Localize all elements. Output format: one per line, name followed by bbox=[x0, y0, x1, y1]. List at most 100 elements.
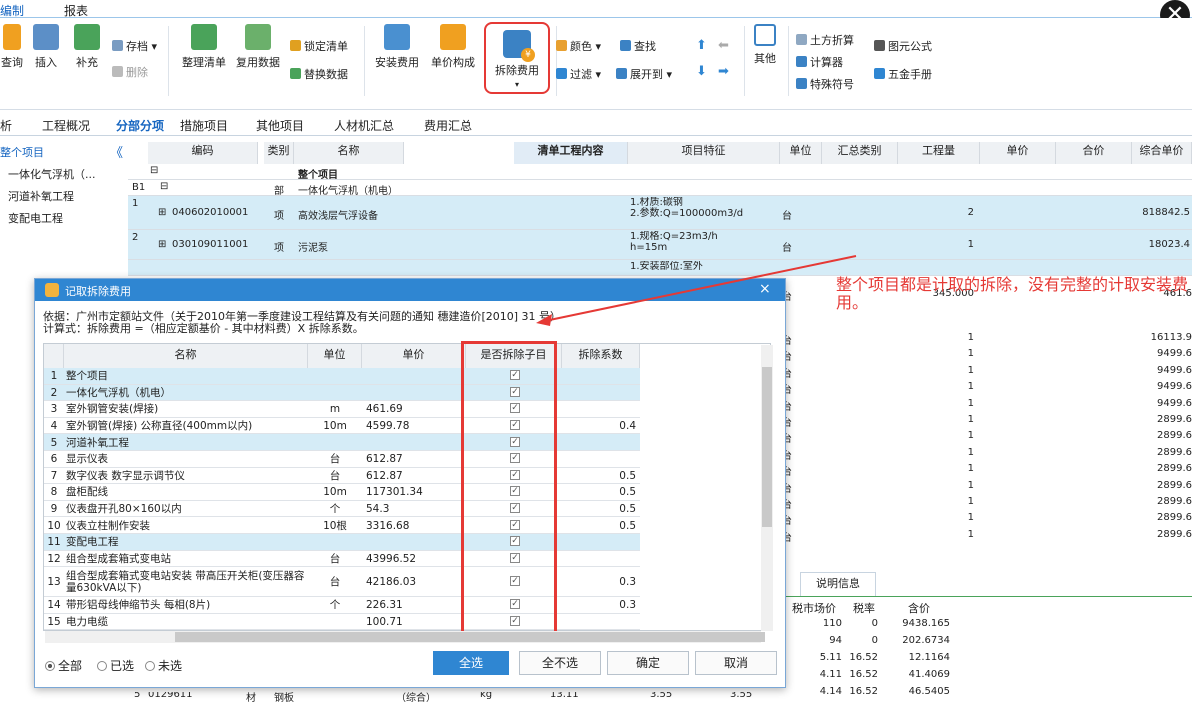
grid-header-10[interactable]: 综合单价 bbox=[1132, 142, 1192, 164]
move-down-icon[interactable]: ⬇ bbox=[696, 64, 707, 79]
collapse-row-icon[interactable]: ⊟ bbox=[150, 165, 160, 176]
tab-overview[interactable]: 工程概况 bbox=[42, 117, 90, 134]
move-up-icon[interactable]: ⬆ bbox=[696, 38, 707, 53]
dialog-cell-name: 室外钢管安装(焊接) bbox=[66, 403, 159, 416]
bottom-cell-total: 9438.165 bbox=[902, 618, 950, 629]
row-number: 1 bbox=[132, 198, 139, 209]
move-left-icon[interactable]: ⬅ bbox=[718, 38, 729, 53]
dialog-cell-unit: 个 bbox=[329, 599, 341, 612]
radio-selected[interactable]: 已选 bbox=[97, 657, 134, 674]
bottom-cell-total: 46.5405 bbox=[908, 686, 950, 697]
cell-total-right: 9499.6 bbox=[1157, 348, 1192, 360]
move-right-icon[interactable]: ➡ bbox=[718, 64, 729, 79]
dialog-cell-name: 变配电工程 bbox=[66, 536, 119, 549]
dialog-cell-coef: 0.5 bbox=[619, 469, 636, 482]
table-row[interactable]: 1.安装部位:室外 bbox=[128, 260, 1192, 276]
tab-measures[interactable]: 措施项目 bbox=[180, 117, 228, 134]
dialog-cell-coef: 0.5 bbox=[619, 486, 636, 499]
cell-total-right: 16113.9 bbox=[1150, 332, 1192, 343]
insert-button[interactable]: 插入 bbox=[30, 24, 62, 70]
tree-item-whole[interactable]: 整个项目 bbox=[0, 144, 44, 160]
expand-icon[interactable]: ⊞ bbox=[158, 207, 170, 218]
delete-button[interactable]: 删除 bbox=[112, 64, 148, 80]
tab-other-items[interactable]: 其他项目 bbox=[256, 117, 304, 134]
select-none-button[interactable]: 全不选 bbox=[519, 651, 601, 675]
radio-unselected[interactable]: 未选 bbox=[145, 657, 182, 674]
grid-header-3[interactable]: 清单工程内容 bbox=[514, 142, 628, 164]
tab-analysis[interactable]: 析 bbox=[0, 117, 12, 134]
calculator-button[interactable]: 计算器 bbox=[796, 54, 843, 70]
replace-data-button[interactable]: 替换数据 bbox=[290, 66, 348, 82]
table-row[interactable]: ⊟ 整个项目 bbox=[128, 164, 1192, 181]
unit-price-composition-button[interactable]: 单价构成 bbox=[426, 24, 480, 70]
grid-header-0[interactable]: 编码 bbox=[148, 142, 258, 164]
supplement-button[interactable]: 补充 bbox=[70, 24, 104, 70]
table-row[interactable]: B1 ⊟ 部 一体化气浮机（机电） bbox=[128, 180, 1192, 197]
grid-header-5[interactable]: 单位 bbox=[780, 142, 822, 164]
bottom-last-no: 5 bbox=[134, 692, 141, 700]
dialog-header-4[interactable]: 拆除系数 bbox=[562, 344, 640, 368]
menu-report[interactable]: 报表 bbox=[64, 2, 88, 19]
dialog-header-0[interactable]: 名称 bbox=[64, 344, 308, 368]
figure-formula-button[interactable]: 图元公式 bbox=[874, 38, 932, 54]
query-button[interactable]: 查询 bbox=[0, 24, 24, 70]
ok-button[interactable]: 确定 bbox=[607, 651, 689, 675]
tree-item-substation[interactable]: 变配电工程 bbox=[8, 210, 63, 226]
filter-button[interactable]: 过滤 ▾ bbox=[556, 66, 601, 82]
collapse-icon[interactable]: 《 bbox=[110, 142, 123, 161]
organize-list-button[interactable]: 整理清单 bbox=[178, 24, 230, 70]
cell-qty: 2 bbox=[967, 207, 974, 218]
radio-unselected-icon bbox=[145, 661, 155, 671]
expand-to-button[interactable]: 展开到 ▾ bbox=[616, 66, 672, 82]
archive-button[interactable]: 存档 ▾ bbox=[112, 38, 157, 54]
tree-item-river[interactable]: 河道补氧工程 bbox=[8, 188, 74, 204]
grid-header-6[interactable]: 汇总类别 bbox=[822, 142, 898, 164]
dialog-close-icon[interactable]: × bbox=[759, 281, 771, 297]
dialog-row-number: 7 bbox=[50, 469, 58, 482]
remove-fee-button[interactable]: 拆除费用▾ bbox=[484, 22, 550, 94]
earthwork-button[interactable]: 土方折算 bbox=[796, 32, 854, 48]
tab-labor-material[interactable]: 人材机汇总 bbox=[334, 117, 394, 134]
bottom-header-0: 税市场价 bbox=[792, 602, 836, 615]
table-row[interactable]: 2 ⊞ 030109011001 项 污泥泵 1.规格:Q=23m3/h h=15m 台 1 1… bbox=[128, 230, 1192, 260]
bottom-last-row[interactable]: 5 0129611 材 钢板 （综合） kg 13.11 3.55 3.55 bbox=[130, 692, 760, 702]
dialog-horizontal-scrollbar[interactable] bbox=[45, 631, 765, 643]
grid-header-8[interactable]: 单价 bbox=[980, 142, 1056, 164]
grid-header-2[interactable]: 名称 bbox=[294, 142, 404, 164]
table-row[interactable]: 1 ⊞ 040602010001 项 高效浅层气浮设备 1.材质:碳钢 2.参数:Q=10… bbox=[128, 196, 1192, 230]
tab-info[interactable]: 说明信息 bbox=[800, 572, 876, 596]
lock-list-button[interactable]: 锁定清单 bbox=[290, 38, 348, 54]
cell-feature: 1.材质:碳钢 2.参数:Q=100000m3/d bbox=[630, 197, 744, 219]
delete-icon bbox=[112, 66, 123, 77]
color-button[interactable]: 颜色 ▾ bbox=[556, 38, 601, 54]
fx-icon bbox=[874, 40, 885, 51]
grid-header-9[interactable]: 合价 bbox=[1056, 142, 1132, 164]
select-all-button[interactable]: 全选 bbox=[433, 651, 509, 675]
collapse-row-icon[interactable]: ⊟ bbox=[160, 181, 170, 192]
insert-icon bbox=[33, 24, 59, 50]
copy-data-button[interactable]: 复用数据 bbox=[232, 24, 284, 70]
tab-fee-summary[interactable]: 费用汇总 bbox=[424, 117, 472, 134]
vertical-scroll-thumb[interactable] bbox=[762, 367, 772, 527]
dialog-header-2[interactable]: 单价 bbox=[362, 344, 466, 368]
hardware-manual-button[interactable]: 五金手册 bbox=[874, 66, 932, 82]
cancel-button[interactable]: 取消 bbox=[695, 651, 777, 675]
expand-icon[interactable]: ⊞ bbox=[158, 239, 170, 250]
cell-qty-right: 1 bbox=[967, 414, 974, 425]
find-button[interactable]: 查找 bbox=[620, 38, 656, 54]
dialog-header-1[interactable]: 单位 bbox=[308, 344, 362, 368]
install-fee-button[interactable]: 安装费用 bbox=[372, 24, 422, 70]
dialog-cell-unit: m bbox=[329, 403, 341, 416]
horizontal-scroll-thumb[interactable] bbox=[175, 632, 765, 642]
dialog-vertical-scrollbar[interactable] bbox=[761, 345, 773, 631]
menu-bar: 编制 报表 bbox=[0, 0, 1192, 21]
tab-division[interactable]: 分部分项 bbox=[116, 117, 164, 134]
cell-qty-right: 1 bbox=[967, 512, 974, 524]
grid-header-4[interactable]: 项目特征 bbox=[628, 142, 780, 164]
tree-item-flotation[interactable]: 一体化气浮机（... bbox=[8, 166, 96, 182]
radio-all[interactable]: 全部 bbox=[45, 657, 82, 674]
special-symbol-button[interactable]: 特殊符号 bbox=[796, 76, 854, 92]
other-button[interactable]: 其他 bbox=[750, 24, 780, 66]
grid-header-7[interactable]: 工程量 bbox=[898, 142, 980, 164]
grid-header-1[interactable]: 类别 bbox=[264, 142, 294, 164]
